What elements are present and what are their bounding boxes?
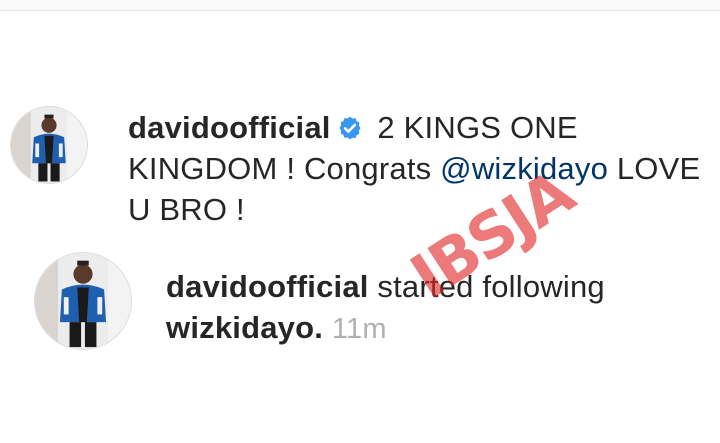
mention-link[interactable]: @wizkidayo	[440, 151, 608, 186]
notification-follow: davidoofficial started following wizkida…	[166, 266, 706, 350]
avatar[interactable]	[10, 106, 88, 184]
username-link[interactable]: davidoofficial	[128, 110, 331, 145]
follow-action-text: started following	[368, 269, 605, 304]
profile-photo-icon	[35, 253, 131, 349]
username-link[interactable]: davidoofficial	[166, 269, 369, 304]
top-divider	[0, 0, 720, 11]
verified-badge-icon	[337, 115, 363, 141]
timestamp: 11m	[331, 313, 387, 345]
profile-photo-icon	[11, 107, 87, 183]
target-username-link[interactable]: wizkidayo.	[166, 310, 323, 345]
notification-comment: davidoofficial 2 KINGS ONE KINGDOM ! Con…	[128, 107, 708, 230]
avatar[interactable]	[34, 252, 132, 350]
